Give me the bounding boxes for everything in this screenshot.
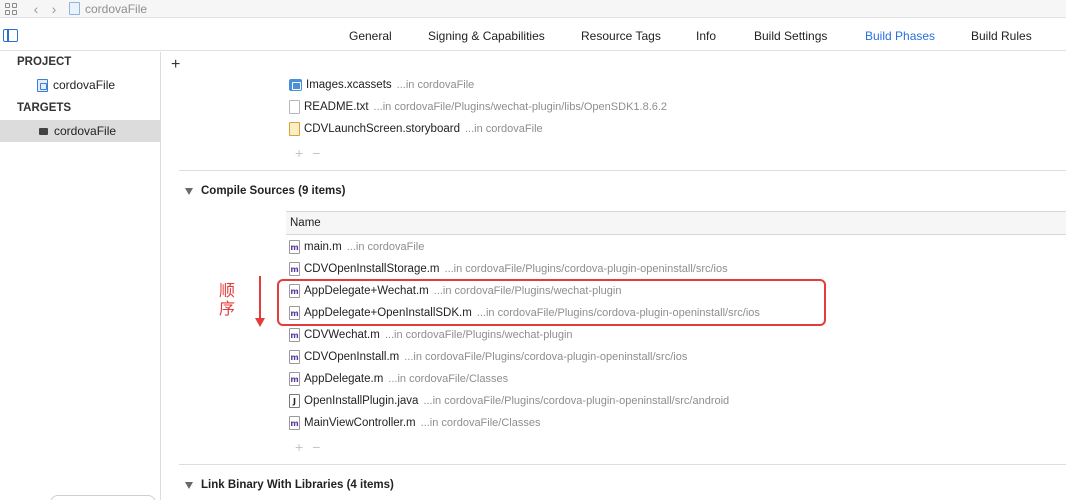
text-file-icon bbox=[289, 100, 300, 114]
targets-section-header: TARGETS bbox=[17, 102, 72, 114]
compile-source-row[interactable]: J OpenInstallPlugin.java ...in cordovaFi… bbox=[289, 390, 729, 412]
jumpbar-project-name[interactable]: cordovaFile bbox=[85, 2, 147, 16]
file-name: Images.xcassets bbox=[306, 79, 392, 91]
tab-build-rules[interactable]: Build Rules bbox=[971, 29, 1032, 43]
objc-source-icon: m bbox=[289, 328, 300, 342]
xcode-build-phases-window: ‹ › cordovaFile General Signing & Capabi… bbox=[0, 0, 1066, 500]
resource-row[interactable]: CDVLaunchScreen.storyboard ...in cordova… bbox=[289, 118, 543, 140]
sidebar-filter-field[interactable] bbox=[50, 495, 156, 500]
tab-build-phases[interactable]: Build Phases bbox=[865, 29, 935, 43]
section-divider bbox=[179, 464, 1066, 465]
jump-bar: ‹ › cordovaFile bbox=[0, 0, 1066, 18]
file-path: ...in cordovaFile bbox=[464, 123, 543, 135]
disclosure-triangle-icon[interactable] bbox=[185, 187, 193, 195]
editor-tab-bar: General Signing & Capabilities Resource … bbox=[0, 19, 1066, 51]
file-name: README.txt bbox=[304, 101, 369, 113]
objc-source-icon: m bbox=[289, 372, 300, 386]
compile-sources-header[interactable]: Compile Sources (9 items) bbox=[185, 185, 345, 197]
file-name: CDVWechat.m bbox=[304, 329, 380, 341]
highlight-box bbox=[277, 279, 826, 326]
project-target-sidebar: PROJECT cordovaFile TARGETS cordovaFile bbox=[0, 52, 161, 500]
compile-sources-column-header[interactable]: Name bbox=[286, 211, 1066, 235]
java-source-icon: J bbox=[289, 394, 300, 408]
section-divider bbox=[179, 170, 1066, 171]
sidebar-item-target[interactable]: cordovaFile bbox=[0, 120, 160, 142]
column-name-label: Name bbox=[290, 217, 321, 229]
tab-info[interactable]: Info bbox=[696, 29, 716, 43]
project-section-header: PROJECT bbox=[17, 56, 72, 68]
xcode-project-icon bbox=[37, 78, 48, 92]
file-name: OpenInstallPlugin.java bbox=[304, 395, 419, 407]
sidebar-item-target-label: cordovaFile bbox=[54, 124, 117, 138]
objc-source-icon: m bbox=[289, 416, 300, 430]
remove-resource-button[interactable]: − bbox=[312, 145, 320, 161]
file-name: main.m bbox=[304, 241, 342, 253]
add-source-button[interactable]: + bbox=[295, 439, 303, 455]
file-path: ...in cordovaFile/Plugins/cordova-plugin… bbox=[404, 351, 688, 363]
tab-build-settings[interactable]: Build Settings bbox=[754, 29, 827, 43]
tab-resource-tags[interactable]: Resource Tags bbox=[581, 29, 661, 43]
tab-signing-capabilities[interactable]: Signing & Capabilities bbox=[428, 29, 545, 43]
remove-source-button[interactable]: − bbox=[312, 439, 320, 455]
resource-row[interactable]: Images.xcassets ...in cordovaFile bbox=[289, 74, 474, 96]
file-path: ...in cordovaFile/Classes bbox=[388, 373, 509, 385]
compile-source-row[interactable]: m MainViewController.m ...in cordovaFile… bbox=[289, 412, 540, 434]
storyboard-icon bbox=[289, 122, 300, 136]
file-path: ...in cordovaFile bbox=[346, 241, 425, 253]
add-resource-button[interactable]: + bbox=[295, 145, 303, 161]
sidebar-item-project[interactable]: cordovaFile bbox=[0, 74, 160, 96]
app-target-icon bbox=[39, 127, 48, 135]
file-path: ...in cordovaFile/Plugins/wechat-plugin/… bbox=[373, 101, 668, 113]
file-name: AppDelegate.m bbox=[304, 373, 384, 385]
sidebar-toggle-icon[interactable] bbox=[3, 29, 18, 42]
file-name: CDVOpenInstall.m bbox=[304, 351, 400, 363]
file-path: ...in cordovaFile/Classes bbox=[420, 417, 541, 429]
compile-source-row[interactable]: m AppDelegate.m ...in cordovaFile/Classe… bbox=[289, 368, 508, 390]
add-build-phase-button[interactable]: + bbox=[171, 57, 180, 73]
file-path: ...in cordovaFile/Plugins/cordova-plugin… bbox=[444, 263, 728, 275]
objc-source-icon: m bbox=[289, 240, 300, 254]
down-arrow-icon bbox=[255, 276, 265, 327]
file-name: MainViewController.m bbox=[304, 417, 416, 429]
sidebar-item-project-label: cordovaFile bbox=[53, 78, 116, 92]
file-name: CDVOpenInstallStorage.m bbox=[304, 263, 440, 275]
tab-general[interactable]: General bbox=[349, 29, 392, 43]
link-binary-title: Link Binary With Libraries (4 items) bbox=[201, 479, 394, 491]
build-phases-editor: + Images.xcassets ...in cordovaFile READ… bbox=[162, 52, 1066, 500]
file-path: ...in cordovaFile bbox=[396, 79, 475, 91]
objc-source-icon: m bbox=[289, 350, 300, 364]
compile-source-row[interactable]: m CDVOpenInstallStorage.m ...in cordovaF… bbox=[289, 258, 728, 280]
related-items-icon[interactable] bbox=[5, 2, 19, 15]
link-binary-header[interactable]: Link Binary With Libraries (4 items) bbox=[185, 479, 394, 491]
project-file-icon bbox=[69, 2, 80, 15]
disclosure-triangle-icon[interactable] bbox=[185, 481, 193, 489]
file-path: ...in cordovaFile/Plugins/cordova-plugin… bbox=[423, 395, 730, 407]
file-name: CDVLaunchScreen.storyboard bbox=[304, 123, 460, 135]
resources-add-remove: + − bbox=[295, 146, 329, 160]
file-path: ...in cordovaFile/Plugins/wechat-plugin bbox=[384, 329, 573, 341]
compile-source-row[interactable]: m CDVOpenInstall.m ...in cordovaFile/Plu… bbox=[289, 346, 687, 368]
back-arrow-icon[interactable]: ‹ bbox=[29, 1, 43, 17]
compile-source-row[interactable]: m CDVWechat.m ...in cordovaFile/Plugins/… bbox=[289, 324, 573, 346]
compile-sources-title: Compile Sources (9 items) bbox=[201, 185, 346, 197]
order-annotation-label: 顺序 bbox=[219, 281, 236, 318]
objc-source-icon: m bbox=[289, 262, 300, 276]
xcassets-icon bbox=[289, 79, 302, 91]
forward-arrow-icon[interactable]: › bbox=[47, 1, 61, 17]
compile-source-row[interactable]: m main.m ...in cordovaFile bbox=[289, 236, 424, 258]
resource-row[interactable]: README.txt ...in cordovaFile/Plugins/wec… bbox=[289, 96, 667, 118]
compile-sources-add-remove: + − bbox=[295, 440, 329, 454]
